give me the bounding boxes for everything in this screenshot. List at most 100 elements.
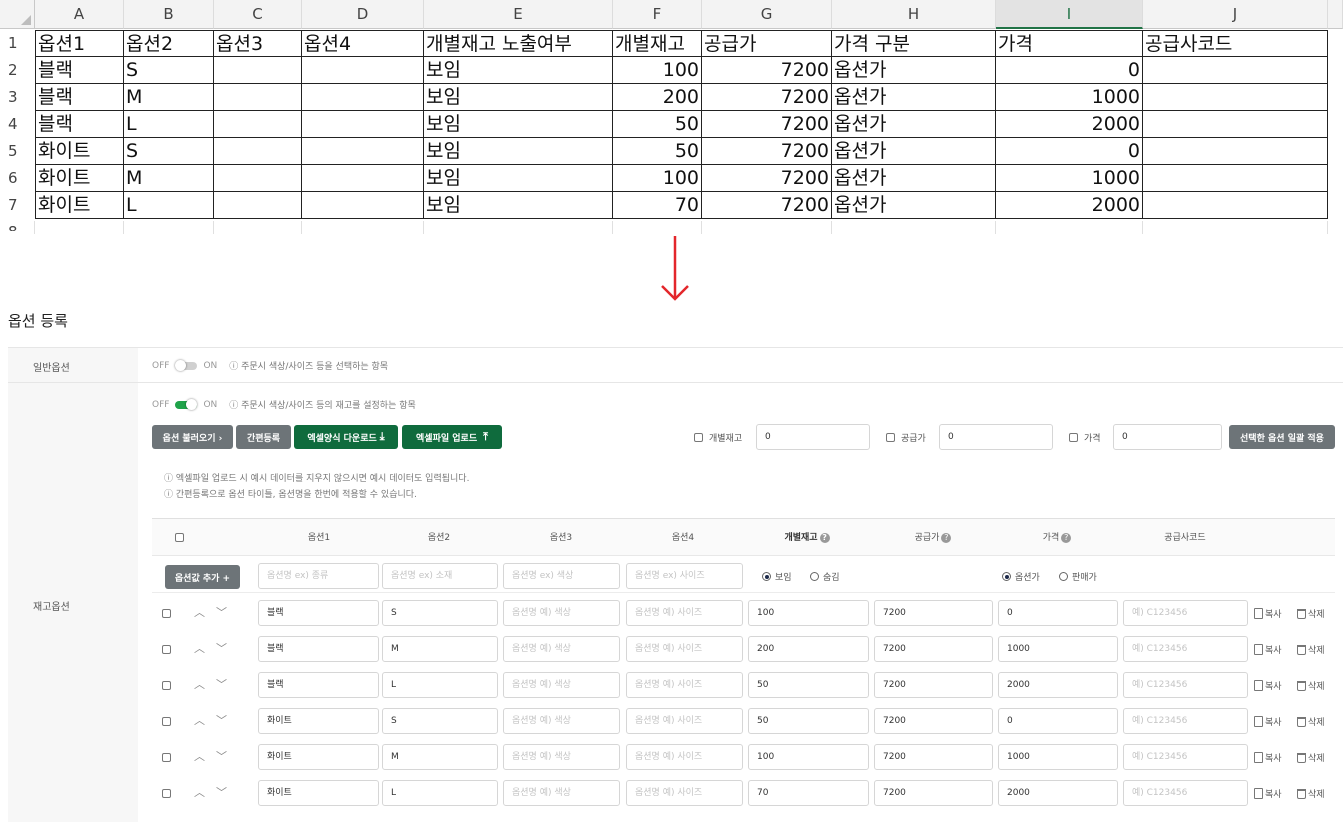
sheet-cell[interactable]: 100 xyxy=(613,165,702,192)
sheet-header-cell[interactable]: 개별재고 xyxy=(613,30,702,57)
row-header[interactable]: 2 xyxy=(0,57,35,84)
row-opt3-input[interactable]: 옵션명 예) 색상 xyxy=(503,636,620,662)
sheet-cell[interactable]: 옵션가 xyxy=(832,84,996,111)
row-checkbox[interactable] xyxy=(162,717,171,726)
sheet-cell[interactable] xyxy=(214,111,302,138)
sheet-cell[interactable]: 옵션가 xyxy=(832,111,996,138)
bulk-stock-checkbox[interactable] xyxy=(694,433,703,442)
sheet-cell[interactable]: 50 xyxy=(613,111,702,138)
row-code-input[interactable]: 예) C123456 xyxy=(1123,744,1248,770)
sheet-header-cell[interactable]: 가격 구분 xyxy=(832,30,996,57)
option-title-2-input[interactable]: 옵션명 ex) 소재 xyxy=(382,563,498,589)
copy-row-button[interactable]: 복사 xyxy=(1254,787,1282,800)
row-opt1-input[interactable]: 블랙 xyxy=(258,672,379,698)
delete-row-button[interactable]: 삭제 xyxy=(1297,751,1325,764)
bulk-stock-input[interactable]: 0 xyxy=(756,424,870,450)
sheet-cell[interactable]: 50 xyxy=(613,138,702,165)
sheet-cell[interactable]: 블랙 xyxy=(35,111,124,138)
sheet-cell[interactable]: 블랙 xyxy=(35,57,124,84)
excel-upload-button[interactable]: 엑셀파일 업로드 ⤒ xyxy=(402,425,502,449)
row-checkbox[interactable] xyxy=(162,609,171,618)
sheet-cell[interactable] xyxy=(1143,138,1328,165)
sheet-cell[interactable]: 1000 xyxy=(996,84,1143,111)
column-header-i[interactable]: I xyxy=(996,0,1143,29)
price-type-option-radio[interactable] xyxy=(1002,572,1011,581)
column-header-c[interactable]: C xyxy=(214,0,302,29)
sheet-cell[interactable] xyxy=(214,138,302,165)
row-opt4-input[interactable]: 옵션명 예) 사이즈 xyxy=(626,744,743,770)
move-down-icon[interactable]: ﹀ xyxy=(216,604,227,620)
row-header[interactable]: 3 xyxy=(0,84,35,111)
delete-row-button[interactable]: 삭제 xyxy=(1297,679,1325,692)
select-all-checkbox[interactable] xyxy=(175,533,184,542)
sheet-header-cell[interactable]: 공급사코드 xyxy=(1143,30,1328,57)
row-header[interactable]: 4 xyxy=(0,111,35,138)
delete-row-button[interactable]: 삭제 xyxy=(1297,607,1325,620)
row-header[interactable]: 6 xyxy=(0,165,35,192)
sheet-header-cell[interactable]: 공급가 xyxy=(702,30,832,57)
sheet-cell[interactable]: 7200 xyxy=(702,192,832,219)
sheet-cell[interactable]: M xyxy=(124,165,214,192)
sheet-cell[interactable] xyxy=(214,84,302,111)
sheet-cell[interactable]: 200 xyxy=(613,84,702,111)
row-opt4-input[interactable]: 옵션명 예) 사이즈 xyxy=(626,636,743,662)
apply-selected-button[interactable]: 선택한 옵션 일괄 적용 xyxy=(1229,425,1335,449)
row-opt2-input[interactable]: S xyxy=(382,708,498,734)
sheet-cell[interactable]: 보임 xyxy=(424,138,613,165)
sheet-cell[interactable] xyxy=(302,57,424,84)
sheet-cell[interactable]: 옵션가 xyxy=(832,138,996,165)
quick-register-button[interactable]: 간편등록 xyxy=(236,425,291,449)
row-opt4-input[interactable]: 옵션명 예) 사이즈 xyxy=(626,600,743,626)
row-stock-input[interactable]: 100 xyxy=(748,744,869,770)
sheet-header-cell[interactable]: 개별재고 노출여부 xyxy=(424,30,613,57)
bulk-supply-checkbox[interactable] xyxy=(886,433,895,442)
sheet-cell[interactable]: 7200 xyxy=(702,165,832,192)
move-down-icon[interactable]: ﹀ xyxy=(216,784,227,800)
row-supply-input[interactable]: 7200 xyxy=(874,744,993,770)
move-up-icon[interactable]: ︿ xyxy=(194,712,205,728)
row-opt4-input[interactable]: 옵션명 예) 사이즈 xyxy=(626,780,743,806)
sheet-cell[interactable] xyxy=(214,165,302,192)
sheet-cell[interactable]: S xyxy=(124,138,214,165)
sheet-cell[interactable] xyxy=(1143,192,1328,219)
row-checkbox[interactable] xyxy=(162,789,171,798)
sheet-cell[interactable]: 보임 xyxy=(424,111,613,138)
row-opt3-input[interactable]: 옵션명 예) 색상 xyxy=(503,708,620,734)
sheet-cell[interactable]: 0 xyxy=(996,57,1143,84)
price-type-sale-radio[interactable] xyxy=(1059,572,1068,581)
sheet-cell[interactable] xyxy=(214,57,302,84)
move-up-icon[interactable]: ︿ xyxy=(194,604,205,620)
sheet-cell[interactable]: 옵션가 xyxy=(832,165,996,192)
sheet-cell[interactable] xyxy=(1143,165,1328,192)
row-opt2-input[interactable]: M xyxy=(382,744,498,770)
column-header-b[interactable]: B xyxy=(124,0,214,29)
column-header-a[interactable]: A xyxy=(35,0,124,29)
sheet-cell[interactable]: 100 xyxy=(613,57,702,84)
copy-row-button[interactable]: 복사 xyxy=(1254,643,1282,656)
sheet-cell[interactable] xyxy=(302,138,424,165)
move-down-icon[interactable]: ﹀ xyxy=(216,640,227,656)
sheet-cell[interactable] xyxy=(1143,111,1328,138)
sheet-cell[interactable]: 70 xyxy=(613,192,702,219)
load-options-button[interactable]: 옵션 불러오기 › xyxy=(152,425,233,449)
row-opt1-input[interactable]: 화이트 xyxy=(258,744,379,770)
move-up-icon[interactable]: ︿ xyxy=(194,784,205,800)
sheet-cell[interactable]: L xyxy=(124,192,214,219)
sheet-cell[interactable]: 옵션가 xyxy=(832,57,996,84)
bulk-supply-input[interactable]: 0 xyxy=(939,424,1053,450)
sheet-cell[interactable]: 화이트 xyxy=(35,165,124,192)
sheet-cell[interactable]: 0 xyxy=(996,138,1143,165)
row-opt3-input[interactable]: 옵션명 예) 색상 xyxy=(503,672,620,698)
sheet-cell[interactable]: 7200 xyxy=(702,84,832,111)
row-stock-input[interactable]: 50 xyxy=(748,672,869,698)
sheet-cell[interactable]: 보임 xyxy=(424,192,613,219)
sheet-cell[interactable]: 1000 xyxy=(996,165,1143,192)
delete-row-button[interactable]: 삭제 xyxy=(1297,643,1325,656)
row-opt1-input[interactable]: 블랙 xyxy=(258,600,379,626)
row-code-input[interactable]: 예) C123456 xyxy=(1123,780,1248,806)
row-stock-input[interactable]: 50 xyxy=(748,708,869,734)
row-price-input[interactable]: 2000 xyxy=(998,780,1118,806)
help-icon[interactable]: ? xyxy=(1061,532,1072,543)
sheet-cell[interactable]: 옵션가 xyxy=(832,192,996,219)
option-title-1-input[interactable]: 옵션명 ex) 종류 xyxy=(258,563,379,589)
